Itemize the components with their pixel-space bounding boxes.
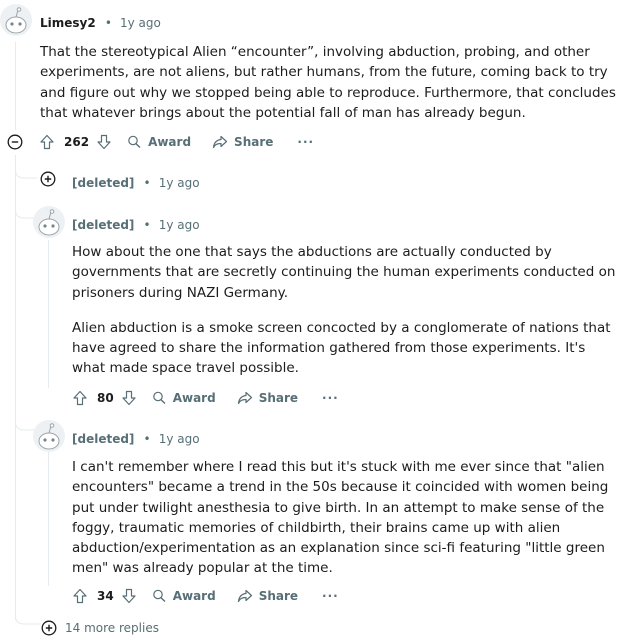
avatar[interactable] — [33, 206, 65, 238]
arrow-down-icon — [97, 134, 111, 150]
more-options-button[interactable]: ··· — [322, 589, 339, 603]
avatar[interactable] — [0, 4, 32, 36]
thread-connector-4 — [15, 608, 41, 625]
reply-timestamp[interactable]: 1y ago — [159, 176, 200, 190]
thread-line-reply-3[interactable] — [48, 452, 49, 586]
share-label: Share — [234, 135, 274, 149]
share-label: Share — [258, 391, 299, 405]
award-label: Award — [172, 391, 216, 405]
award-button[interactable]: Award — [125, 133, 191, 151]
downvote-button[interactable] — [120, 389, 138, 407]
arrow-up-icon — [73, 588, 87, 604]
reply-header: [deleted] • 1y ago — [72, 172, 200, 191]
vote-count: 80 — [97, 391, 114, 405]
arrow-up-icon — [40, 134, 54, 150]
arrow-down-icon — [122, 390, 136, 406]
share-button[interactable]: Share — [236, 587, 298, 605]
arrow-up-icon — [73, 390, 87, 406]
reply-paragraph: I can't remember where I read this but i… — [72, 459, 609, 577]
thread-line-reply-2[interactable] — [48, 240, 49, 388]
share-icon — [237, 589, 252, 603]
reply-author: [deleted] — [72, 176, 135, 190]
reply-paragraph: Alien abduction is a smoke screen concoc… — [72, 319, 611, 377]
reply-author: [deleted] — [72, 218, 135, 232]
share-label: Share — [258, 589, 299, 603]
award-icon — [152, 589, 166, 603]
reply-header: [deleted] • 1y ago — [72, 214, 200, 233]
plus-circle-icon — [41, 620, 57, 636]
snoo-avatar-icon — [33, 206, 65, 238]
more-options-button[interactable]: ··· — [297, 135, 314, 149]
comment-paragraph: That the stereotypical Alien “encounter”… — [40, 44, 616, 121]
share-icon — [212, 135, 228, 149]
comment-header: Limesy2 • 1y ago — [40, 12, 161, 31]
snoo-avatar-icon — [33, 420, 65, 452]
expand-reply-button[interactable] — [40, 171, 56, 191]
thread-line-main[interactable] — [15, 155, 16, 620]
separator-dot: • — [143, 218, 151, 232]
reply-header: [deleted] • 1y ago — [72, 428, 200, 447]
reply-author: [deleted] — [72, 432, 135, 446]
snoo-avatar-icon — [0, 4, 32, 36]
award-label: Award — [172, 589, 216, 603]
share-icon — [237, 391, 252, 405]
reply-timestamp[interactable]: 1y ago — [159, 218, 200, 232]
comment-timestamp[interactable]: 1y ago — [120, 16, 161, 30]
vote-count: 34 — [97, 589, 114, 603]
share-button[interactable]: Share — [236, 389, 298, 407]
downvote-button[interactable] — [95, 133, 113, 151]
separator-dot: • — [104, 16, 112, 30]
comment-actions: 262 Award Share ··· — [38, 130, 314, 154]
collapse-thread-button[interactable] — [7, 134, 23, 154]
reply-body: How about the one that says the abductio… — [72, 242, 620, 379]
comment-author[interactable]: Limesy2 — [40, 16, 96, 30]
more-replies-link[interactable]: 14 more replies — [65, 621, 159, 635]
award-icon — [152, 391, 166, 405]
separator-dot: • — [143, 432, 151, 446]
award-icon — [128, 135, 141, 149]
comment-body: That the stereotypical Alien “encounter”… — [40, 42, 620, 123]
upvote-button[interactable] — [71, 587, 89, 605]
award-label: Award — [148, 135, 192, 149]
share-button[interactable]: Share — [211, 133, 273, 151]
thread-line-top[interactable] — [15, 42, 16, 130]
plus-circle-icon — [40, 171, 56, 187]
reply-paragraph: How about the one that says the abductio… — [72, 244, 616, 301]
separator-dot: • — [143, 176, 151, 190]
reply-timestamp[interactable]: 1y ago — [159, 432, 200, 446]
downvote-button[interactable] — [120, 587, 138, 605]
award-button[interactable]: Award — [150, 389, 216, 407]
upvote-button[interactable] — [38, 133, 56, 151]
reply-actions: 34 Award Share ··· — [71, 584, 339, 608]
award-button[interactable]: Award — [150, 587, 216, 605]
reply-actions: 80 Award Share ··· — [71, 386, 339, 410]
upvote-button[interactable] — [71, 389, 89, 407]
vote-count: 262 — [64, 135, 90, 149]
avatar[interactable] — [33, 420, 65, 452]
reply-body: I can't remember where I read this but i… — [72, 457, 620, 579]
minus-circle-icon — [7, 134, 23, 150]
arrow-down-icon — [122, 588, 136, 604]
thread-connector-1 — [15, 160, 37, 179]
more-options-button[interactable]: ··· — [322, 391, 339, 405]
more-replies-expand-button[interactable] — [41, 620, 57, 640]
